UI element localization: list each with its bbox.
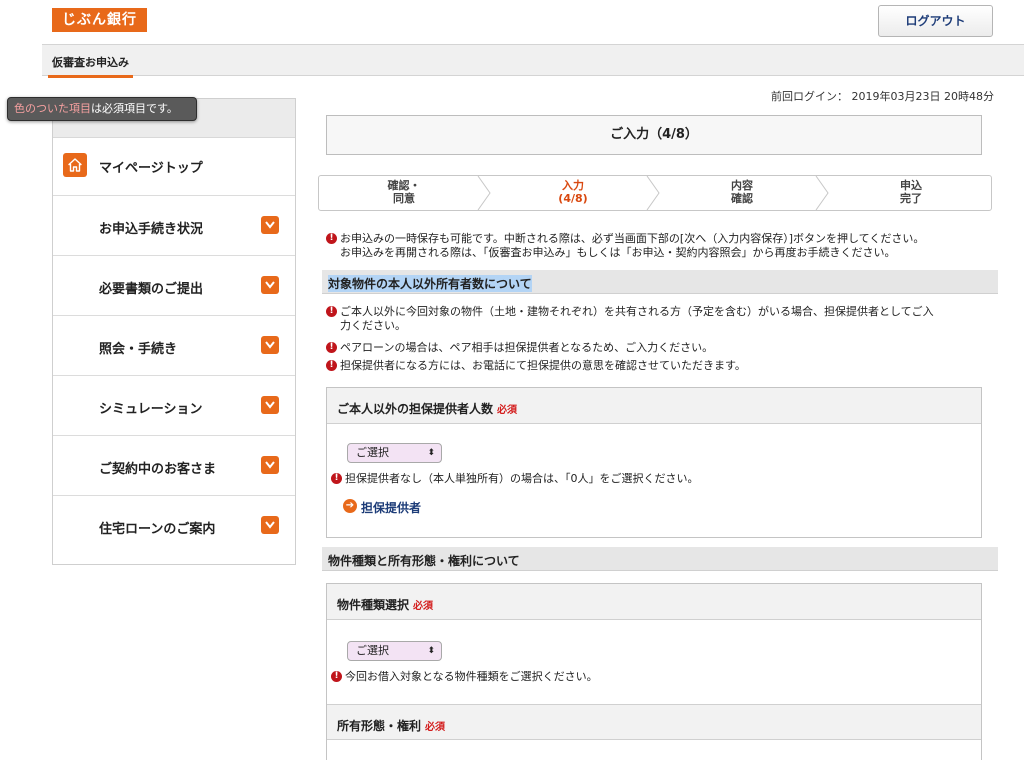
sidebar: マイページトップ お申込手続き状況 必要書類のご提出 照会・手続き シミュレーシ… [52,98,296,565]
warning-icon: ! [331,473,342,484]
field-label: 物件種類選択 必須 [337,596,433,613]
step-divider [815,176,829,210]
step-label: 確認・ [387,179,421,192]
sidebar-item-label: 住宅ローンのご案内 [99,522,216,537]
notice-pair-loan: ! ペアローンの場合は、ペア相手は担保提供者となるため、ご入力ください。 [326,341,992,355]
section-title: 対象物件の本人以外所有者数について [328,275,532,292]
last-login: 前回ログイン： 2019年03月23日 20時48分 [771,90,994,103]
step-label: 同意 [393,192,415,205]
warning-icon: ! [331,671,342,682]
property-type-select[interactable]: ご選択 ⬍ [347,641,442,661]
notice-text: ペアローンの場合は、ペア相手は担保提供者となるため、ご入力ください。 [340,341,714,354]
sidebar-item-inquiry[interactable]: 照会・手続き [53,316,295,376]
form-box-header: ご本人以外の担保提供者人数 必須 [327,388,981,424]
tooltip-accent-text: 色のついた項目 [14,102,91,115]
notice-text: 担保提供者になる方には、お電話にて担保提供の意思を確認させていただきます。 [340,359,746,372]
sidebar-item-label: 照会・手続き [99,342,178,357]
sidebar-item-label: 必要書類のご提出 [99,282,204,297]
step-label: (4/8) [558,192,588,205]
sidebar-item-simulation[interactable]: シミュレーション [53,376,295,436]
notice-text: 今回お借入対象となる物件種類をご選択ください。 [345,670,598,683]
select-arrows-icon: ⬍ [427,448,435,458]
select-value: ご選択 [356,644,389,657]
home-icon [63,153,87,177]
required-badge: 必須 [425,722,446,733]
warning-icon: ! [326,360,337,371]
select-arrows-icon: ⬍ [427,646,435,656]
required-badge: 必須 [413,601,434,612]
notice-phone-confirm: ! 担保提供者になる方には、お電話にて担保提供の意思を確認させていただきます。 [326,359,992,373]
guarantor-link[interactable]: ➔ 担保提供者 [343,499,421,516]
form-box-guarantor-count: ご本人以外の担保提供者人数 必須 ご選択 ⬍ ! 担保提供者なし（本人単独所有）の… [326,387,982,538]
section-heading: 物件種類と所有形態・権利について [322,547,998,571]
select-value: ご選択 [356,446,389,459]
notice-co-owner: ! ご本人以外に今回対象の物件（土地・建物それぞれ）を共有される方（予定を含む）… [326,305,992,333]
chevron-down-icon[interactable] [261,516,279,534]
page-title: ご入力（4/8） [326,115,982,155]
step-label: 確認 [731,192,753,205]
guarantor-count-select[interactable]: ご選択 ⬍ [347,443,442,463]
sidebar-item-label: マイページトップ [99,161,203,176]
tab-preliminary-application[interactable]: 仮審査お申込み [48,54,133,78]
step-divider [646,176,660,210]
step-2: 入力 (4/8) [491,176,655,210]
section-title: 物件種類と所有形態・権利について [328,554,520,568]
chevron-down-icon[interactable] [261,396,279,414]
form-box-header: 物件種類選択 必須 [327,584,981,620]
step-label: 完了 [900,192,922,205]
step-1: 確認・ 同意 [319,176,489,210]
sidebar-item-label: シミュレーション [99,402,203,417]
warning-icon: ! [326,342,337,353]
section-heading: 対象物件の本人以外所有者数について [322,270,998,294]
notice-text: 力ください。 [340,319,406,332]
sidebar-item-submit-documents[interactable]: 必要書類のご提出 [53,256,295,316]
sidebar-item-application-status[interactable]: お申込手続き状況 [53,196,295,256]
step-indicator: 確認・ 同意 入力 (4/8) 内容 確認 申込 完了 [318,175,992,211]
form-box-header: 所有形態・権利 必須 [327,704,981,740]
chevron-down-icon[interactable] [261,456,279,474]
warning-icon: ! [326,306,337,317]
arrow-right-circle-icon: ➔ [343,499,357,513]
field-label-text: ご本人以外の担保提供者人数 [337,402,494,416]
chevron-down-icon[interactable] [261,276,279,294]
step-label: 入力 [562,179,584,192]
sidebar-item-mortgage-info[interactable]: 住宅ローンのご案内 [53,496,295,556]
notice-property-type: ! 今回お借入対象となる物件種類をご選択ください。 [331,670,971,684]
notice-save: ! お申込みの一時保存も可能です。中断される際は、必ず当画面下部の[次へ（入力内… [326,232,992,260]
field-label-text: 所有形態・権利 [337,719,422,733]
form-box-property-type: 物件種類選択 必須 ご選択 ⬍ ! 今回お借入対象となる物件種類をご選択ください。… [326,583,982,760]
sidebar-item-label: お申込手続き状況 [99,222,204,237]
subnav-bar: 仮審査お申込み [42,44,1024,78]
notice-zero-guarantor: ! 担保提供者なし（本人単独所有）の場合は、「0人」をご選択ください。 [331,472,971,486]
field-label: ご本人以外の担保提供者人数 必須 [337,400,517,417]
warning-icon: ! [326,233,337,244]
sidebar-item-contracted-customers[interactable]: ご契約中のお客さま [53,436,295,496]
chevron-down-icon[interactable] [261,216,279,234]
field-label: 所有形態・権利 必須 [337,717,445,734]
tooltip-text: は必須項目です。 [91,102,178,115]
notice-text: お申込みを再開される際は、「仮審査お申込み」もしくは「お申込・契約内容照会」から… [340,246,896,259]
sidebar-item-label: ご契約中のお客さま [99,462,217,477]
step-label: 内容 [731,179,753,192]
required-fields-tooltip: 色のついた項目は必須項目です。 [7,97,197,121]
logout-button[interactable]: ログアウト [878,5,993,37]
chevron-down-icon[interactable] [261,336,279,354]
step-label: 申込 [900,179,922,192]
step-3: 内容 確認 [660,176,824,210]
notice-text: お申込みの一時保存も可能です。中断される際は、必ず当画面下部の[次へ（入力内容保… [340,232,925,245]
field-label-text: 物件種類選択 [337,598,410,612]
logo[interactable]: じぶん銀行 [52,8,147,32]
step-divider [477,176,491,210]
required-badge: 必須 [497,405,518,416]
notice-text: ご本人以外に今回対象の物件（土地・建物それぞれ）を共有される方（予定を含む）がい… [340,305,934,318]
step-4: 申込 完了 [829,176,991,210]
sidebar-item-mypage[interactable]: マイページトップ [53,138,295,196]
notice-text: 担保提供者なし（本人単独所有）の場合は、「0人」をご選択ください。 [345,472,699,485]
link-label: 担保提供者 [361,501,422,515]
